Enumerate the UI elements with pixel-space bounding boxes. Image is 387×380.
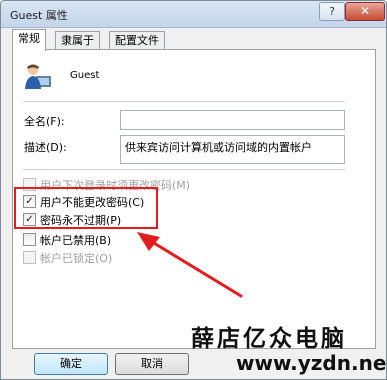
description-label: 描述(D): <box>24 141 67 154</box>
watermark-text: 薛店亿众电脑 <box>191 325 347 352</box>
ok-button[interactable]: 确定 <box>34 353 108 375</box>
annotation-arrow-icon <box>137 232 243 298</box>
description-field[interactable]: 供来宾访问计算机或访问域的内置帐户 <box>120 135 345 164</box>
full-name-field[interactable] <box>120 110 345 130</box>
full-name-label: 全名(F): <box>24 115 65 128</box>
help-button[interactable]: ? <box>319 2 345 21</box>
annotation-highlight-box <box>14 187 158 229</box>
username: Guest <box>70 70 100 81</box>
checkbox[interactable] <box>23 233 36 246</box>
window-title: Guest 属性 <box>10 9 68 22</box>
properties-dialog: Guest 属性 ? ✕ 常规 隶属于 配置文件 Guest 全名(F): 描述… <box>0 0 387 380</box>
option-label: 帐户已锁定(O) <box>40 252 113 265</box>
user-icon <box>25 64 51 89</box>
checkbox[interactable] <box>23 251 36 264</box>
option-label: 帐户已禁用(B) <box>40 234 112 247</box>
cancel-button[interactable]: 取消 <box>115 353 189 375</box>
tab-general[interactable]: 常规 <box>12 29 46 51</box>
close-button[interactable]: ✕ <box>345 2 385 21</box>
title-bar[interactable]: Guest 属性 ? ✕ <box>1 1 386 28</box>
tab-member-of[interactable]: 隶属于 <box>55 31 100 50</box>
watermark-url: www.yzdn.net <box>236 351 387 375</box>
divider <box>23 169 345 170</box>
divider <box>23 101 345 102</box>
tab-profile[interactable]: 配置文件 <box>109 31 165 50</box>
